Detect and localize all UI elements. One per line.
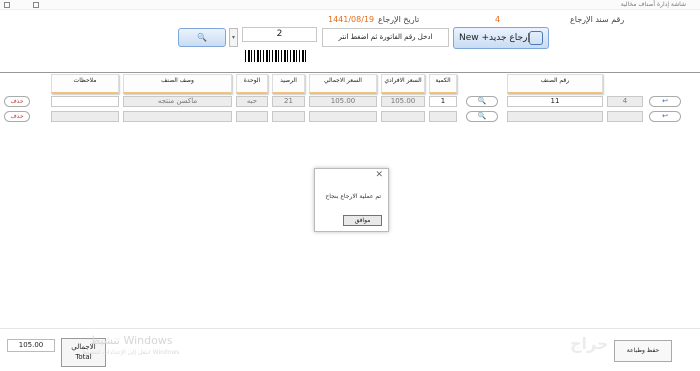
dialog-message: تم عملية الارجاع بنجاح [325, 193, 381, 200]
total-price-cell [309, 111, 377, 122]
save-print-button[interactable]: حفظ وطباعة [614, 340, 672, 362]
date-value: 1441/08/19 [328, 15, 375, 24]
unit-cell: حبه [236, 96, 268, 107]
window-title: شاشة إدارة أصناف مخالية [620, 1, 686, 8]
return-no-label: رقم سند الإرجاع [570, 15, 625, 24]
invoice-number-field[interactable]: 2 [242, 27, 317, 42]
watermark-sub: انتقل إلى الإعدادات لتنشيط Windows [82, 349, 180, 356]
unit-price-cell [381, 111, 425, 122]
footer-divider [0, 328, 700, 329]
search-icon[interactable]: 🔍 [466, 96, 498, 107]
watermark: تنشيط Windows [90, 334, 173, 347]
chevron-down-icon[interactable]: ▾ [229, 28, 238, 47]
total-price-cell: 105.00 [309, 96, 377, 107]
notes-cell[interactable] [51, 111, 119, 122]
total-value: 105.00 [7, 339, 55, 352]
new-return-label: New +إرجاع جديد [459, 33, 530, 43]
message-dialog: ✕ تم عملية الارجاع بنجاح موافق [314, 168, 389, 232]
close-icon[interactable]: ✕ [375, 170, 383, 180]
grid-divider [0, 72, 700, 73]
row-index: 4 [607, 96, 643, 107]
col-item-no: رقم الصنف [507, 74, 603, 94]
col-unit: الوحدة [236, 74, 268, 94]
col-balance: الرصيد [272, 74, 305, 94]
col-description: وصف الصنف [123, 74, 232, 94]
item-no-cell[interactable]: 11 [507, 96, 603, 107]
delete-row-button[interactable]: حذف [4, 96, 30, 107]
restore-icon[interactable] [33, 2, 39, 8]
return-no-value: 4 [495, 15, 501, 24]
unit-cell [236, 111, 268, 122]
notes-cell[interactable] [51, 96, 119, 107]
new-document-icon [529, 31, 543, 45]
logo: حراج [570, 334, 609, 353]
arrow-return-icon[interactable]: ↩ [649, 96, 681, 107]
new-return-button[interactable]: New +إرجاع جديد [453, 27, 549, 49]
col-total-price: السعر الاجمالي [309, 74, 377, 94]
date-label: تاريخ الإرجاع [378, 15, 420, 24]
row-index [607, 111, 643, 122]
col-qty: الكمية [429, 74, 457, 94]
window-titlebar: شاشة إدارة أصناف مخالية [0, 0, 700, 10]
balance-cell: 21 [272, 96, 305, 107]
qty-cell[interactable]: 1 [429, 96, 457, 107]
search-icon[interactable]: 🔍 [466, 111, 498, 122]
description-cell [123, 111, 232, 122]
barcode-icon [245, 50, 307, 62]
col-notes: ملاحظات [51, 74, 119, 94]
search-button[interactable]: 🔍 [178, 28, 226, 47]
delete-row-button[interactable]: حذف [4, 111, 30, 122]
ok-button[interactable]: موافق [343, 215, 382, 226]
search-icon: 🔍 [197, 33, 207, 42]
minimize-icon[interactable] [4, 2, 10, 8]
unit-price-cell: 105.00 [381, 96, 425, 107]
description-cell: ماكسن منتجه [123, 96, 232, 107]
qty-cell[interactable] [429, 111, 457, 122]
item-no-cell[interactable] [507, 111, 603, 122]
balance-cell [272, 111, 305, 122]
arrow-return-icon[interactable]: ↩ [649, 111, 681, 122]
invoice-number-input[interactable]: ادخل رقم الفاتورة ثم اضغط انتر [322, 28, 449, 47]
col-unit-price: السعر الافرادي [381, 74, 425, 94]
